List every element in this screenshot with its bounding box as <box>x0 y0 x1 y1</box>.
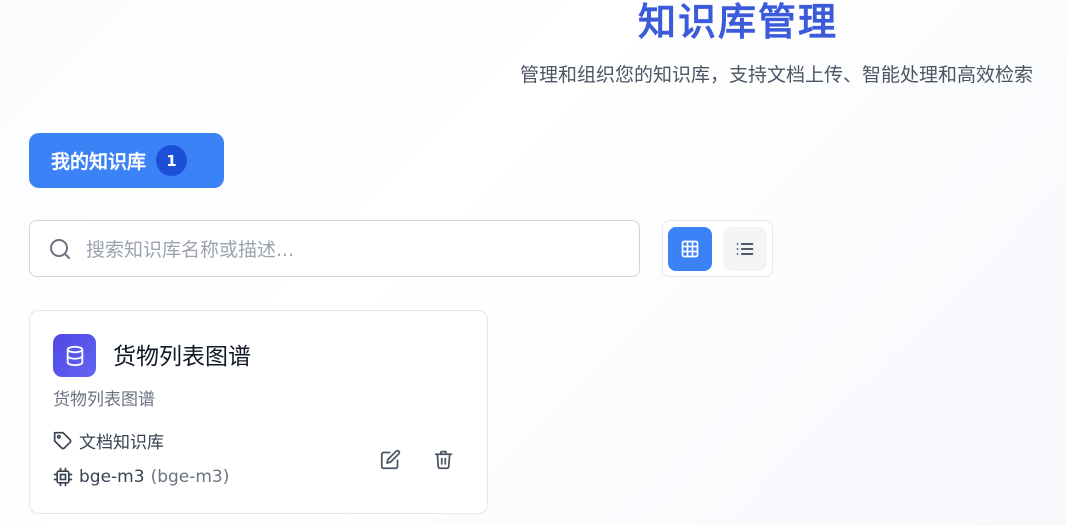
knowledge-base-card[interactable]: 货物列表图谱 货物列表图谱 文档知识库 bge-m3 (bge-m3) <box>29 310 488 514</box>
view-toggle <box>662 220 773 277</box>
trash-icon <box>434 450 452 469</box>
page-title: 知识库管理 <box>638 0 839 44</box>
knowledge-base-description: 货物列表图谱 <box>53 390 155 410</box>
tab-my-knowledge-bases[interactable]: 我的知识库 1 <box>29 133 224 188</box>
database-icon <box>66 345 83 366</box>
knowledge-base-model-name: bge-m3 <box>79 467 145 487</box>
delete-button[interactable] <box>430 446 456 472</box>
chip-icon <box>53 467 73 487</box>
list-icon <box>736 243 754 255</box>
knowledge-base-avatar <box>53 334 96 377</box>
search-input[interactable] <box>84 221 628 278</box>
knowledge-base-model: bge-m3 (bge-m3) <box>53 467 229 487</box>
tag-icon <box>53 431 72 449</box>
edit-button[interactable] <box>377 446 403 472</box>
knowledge-base-model-detail: (bge-m3) <box>150 467 230 487</box>
search-icon <box>50 239 70 259</box>
page-subtitle: 管理和组织您的知识库，支持文档上传、智能处理和高效检索 <box>519 64 1033 86</box>
grid-icon <box>681 240 699 258</box>
grid-view-button[interactable] <box>668 227 712 271</box>
edit-icon <box>380 449 400 469</box>
tab-label: 我的知识库 <box>51 151 147 173</box>
tab-count-badge: 1 <box>156 145 188 176</box>
search-box <box>29 220 640 278</box>
knowledge-base-type: 文档知识库 <box>53 428 164 453</box>
knowledge-base-type-label: 文档知识库 <box>79 433 164 453</box>
list-view-button[interactable] <box>723 227 767 271</box>
knowledge-base-name: 货物列表图谱 <box>113 344 251 370</box>
